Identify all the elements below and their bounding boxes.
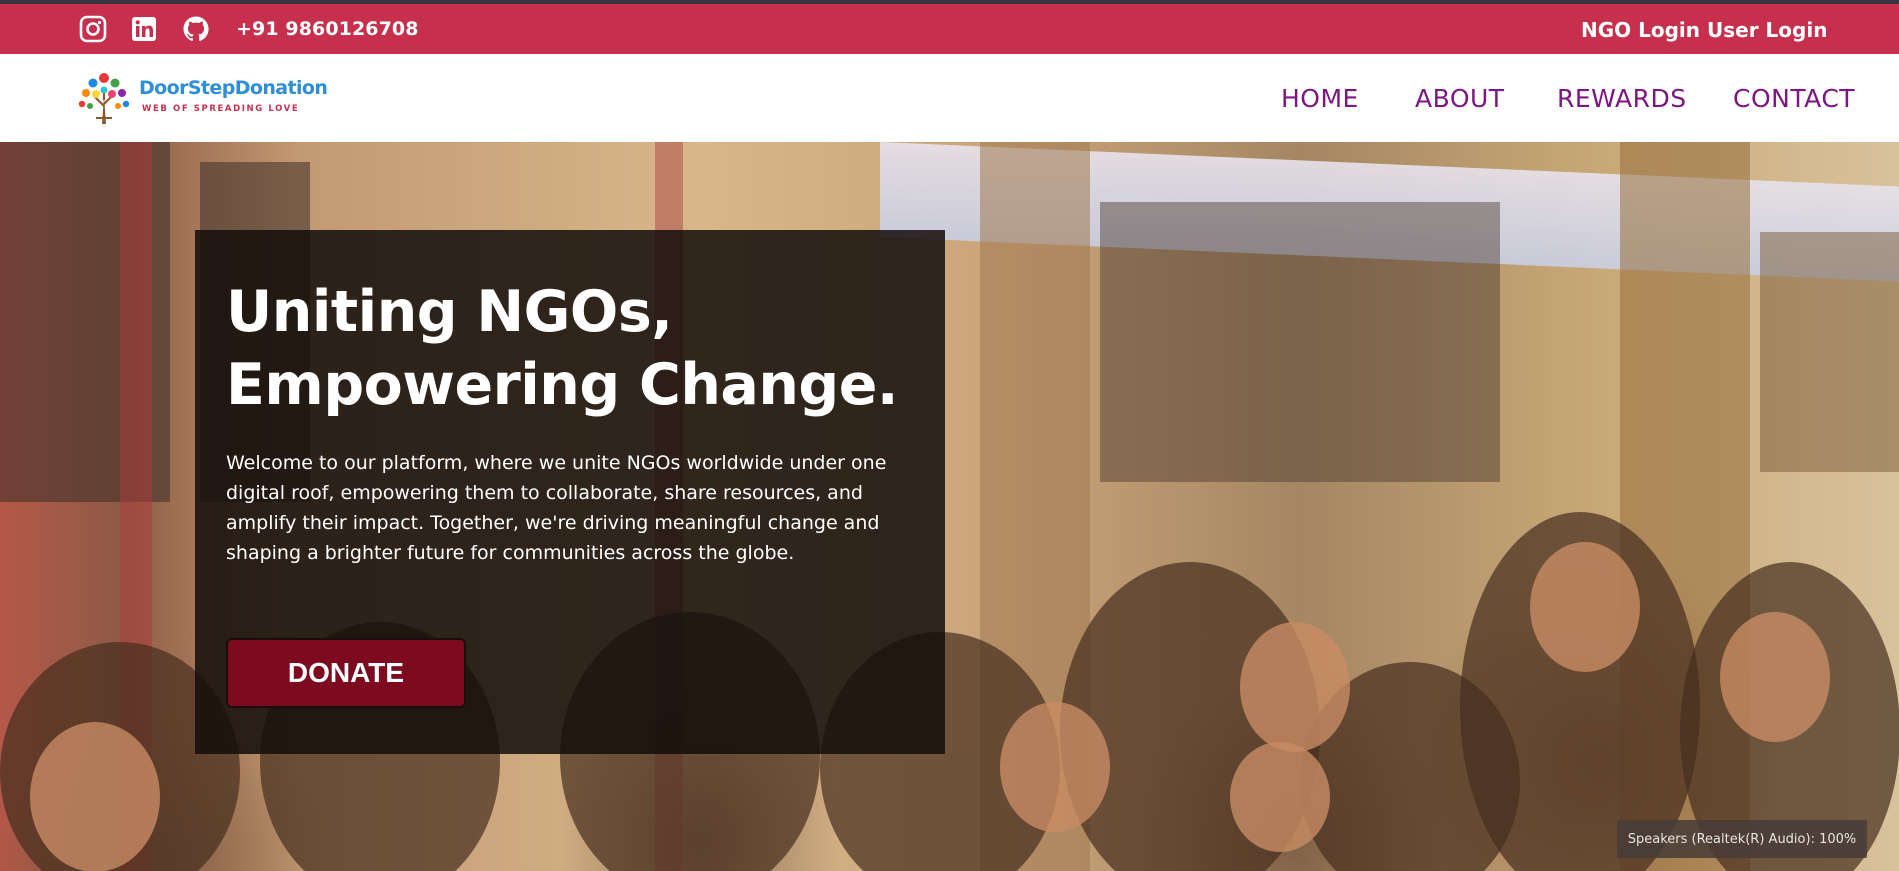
hero-description: Welcome to our platform, where we unite …: [226, 452, 887, 564]
linkedin-icon[interactable]: [129, 14, 159, 44]
volume-notification: Speakers (Realtek(R) Audio): 100%: [1617, 820, 1867, 858]
user-login-link[interactable]: User Login: [1707, 18, 1827, 42]
hero-section: Uniting NGOs, Empowering Change. Welcome…: [0, 142, 1899, 871]
hero-title-line1: Uniting NGOs,: [226, 279, 673, 345]
top-bar: +91 9860126708 NGO Login User Login: [0, 4, 1899, 54]
site-logo[interactable]: DoorStepDonation WEB OF SPREADING LOVE: [76, 66, 328, 128]
nav-contact[interactable]: CONTACT: [1733, 84, 1855, 113]
donate-button[interactable]: DONATE: [226, 638, 466, 708]
main-navbar: DoorStepDonation WEB OF SPREADING LOVE H…: [0, 54, 1899, 142]
hero-text-panel: Uniting NGOs, Empowering Change. Welcome…: [195, 230, 945, 754]
github-icon[interactable]: [181, 14, 211, 44]
nav-about[interactable]: ABOUT: [1415, 84, 1505, 113]
ngo-login-link[interactable]: NGO Login: [1581, 18, 1700, 42]
nav-rewards[interactable]: REWARDS: [1557, 84, 1687, 113]
hero-title-line2: Empowering Change.: [226, 352, 899, 418]
hero-title: Uniting NGOs, Empowering Change.: [226, 276, 906, 422]
nav-home[interactable]: HOME: [1281, 84, 1359, 113]
logo-title: DoorStepDonation: [139, 77, 328, 99]
phone-number: +91 9860126708: [236, 18, 419, 40]
tree-hearts-icon: [78, 73, 130, 124]
instagram-icon[interactable]: [78, 14, 108, 44]
logo-tagline: WEB OF SPREADING LOVE: [142, 104, 300, 114]
